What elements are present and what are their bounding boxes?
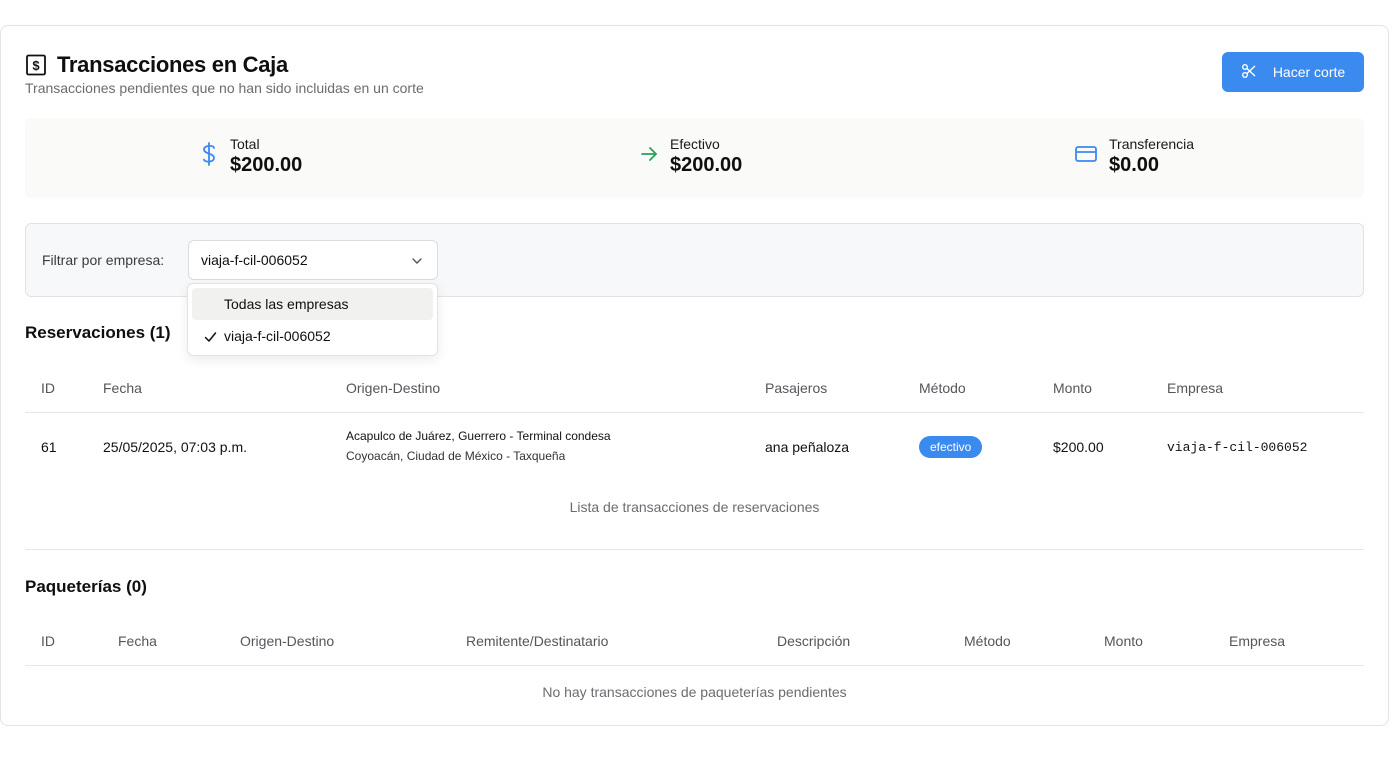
- col-company: Empresa: [1229, 633, 1286, 649]
- company-dropdown-menu: Todas las empresas viaja-f-cil-006052: [187, 283, 438, 356]
- check-icon: [204, 330, 217, 346]
- cell-date: 25/05/2025, 07:03 p.m.: [103, 439, 247, 455]
- company-select[interactable]: viaja-f-cil-006052: [188, 240, 438, 280]
- stat-transfer-label: Transferencia: [1109, 136, 1195, 152]
- transactions-card: $ Transacciones en Caja Transacciones pe…: [0, 25, 1389, 726]
- arrow-right-icon: [640, 145, 658, 168]
- col-date: Fecha: [118, 633, 157, 649]
- stat-transfer-value: $0.00: [1109, 154, 1160, 176]
- divider: [25, 665, 1364, 666]
- page-header: $ Transacciones en Caja Transacciones pe…: [25, 52, 424, 96]
- dollar-icon: [200, 141, 218, 172]
- method-badge: efectivo: [919, 436, 983, 458]
- cell-passengers: ana peñaloza: [765, 439, 850, 455]
- dropdown-option-company[interactable]: viaja-f-cil-006052: [192, 320, 433, 352]
- cell-amount: $200.00: [1053, 439, 1104, 455]
- receipt-icon: $: [25, 54, 47, 76]
- chevron-down-icon: [411, 254, 423, 270]
- page-title: Transacciones en Caja: [57, 52, 288, 77]
- cell-route: Acapulco de Juárez, Guerrero - Terminal …: [346, 429, 611, 463]
- summary-panel: Total $200.00 Efectivo $200.00 Transfere…: [25, 118, 1364, 198]
- route-origin: Acapulco de Juárez, Guerrero - Terminal …: [346, 429, 611, 443]
- col-id: ID: [41, 380, 55, 396]
- parcels-title: Paqueterías (0): [25, 577, 147, 596]
- stat-total: Total $200.00: [200, 136, 302, 177]
- col-date: Fecha: [103, 380, 142, 396]
- make-cut-label: Hacer corte: [1272, 64, 1346, 80]
- stat-cash-value: $200.00: [670, 154, 743, 176]
- dropdown-option-label: viaja-f-cil-006052: [224, 328, 331, 344]
- reservations-title: Reservaciones (1): [25, 323, 171, 342]
- cell-company: viaja-f-cil-006052: [1167, 440, 1308, 455]
- stat-total-label: Total: [230, 136, 260, 152]
- stat-total-value: $200.00: [230, 154, 303, 176]
- stat-transfer: Transferencia $0.00: [1075, 136, 1194, 177]
- scissors-icon: [1241, 63, 1257, 82]
- dropdown-option-all[interactable]: Todas las empresas: [192, 288, 433, 320]
- col-amount: Monto: [1104, 633, 1143, 649]
- cell-id: 61: [41, 439, 57, 455]
- col-route: Origen-Destino: [240, 633, 335, 649]
- section-divider: [25, 549, 1364, 550]
- col-company: Empresa: [1167, 380, 1224, 396]
- col-method: Método: [919, 380, 966, 396]
- col-route: Origen-Destino: [346, 380, 441, 396]
- svg-text:$: $: [32, 58, 40, 73]
- page-subtitle: Transacciones pendientes que no han sido…: [25, 80, 424, 96]
- credit-card-icon: [1075, 145, 1097, 168]
- stat-cash-label: Efectivo: [670, 136, 720, 152]
- stat-cash: Efectivo $200.00: [640, 136, 742, 177]
- filter-label: Filtrar por empresa:: [42, 252, 165, 268]
- col-passengers: Pasajeros: [765, 380, 828, 396]
- parcels-empty-message: No hay transacciones de paqueterías pend…: [542, 684, 847, 700]
- col-method: Método: [964, 633, 1011, 649]
- route-destination: Coyoacán, Ciudad de México - Taxqueña: [346, 449, 566, 463]
- col-description: Descripción: [777, 633, 851, 649]
- make-cut-button[interactable]: Hacer corte: [1222, 52, 1364, 92]
- divider: [25, 412, 1364, 413]
- company-select-value: viaja-f-cil-006052: [201, 252, 308, 268]
- table-caption: Lista de transacciones de reservaciones: [569, 499, 820, 515]
- col-id: ID: [41, 633, 55, 649]
- col-sender-recipient: Remitente/Destinatario: [466, 633, 609, 649]
- col-amount: Monto: [1053, 380, 1092, 396]
- dropdown-option-label: Todas las empresas: [224, 296, 349, 312]
